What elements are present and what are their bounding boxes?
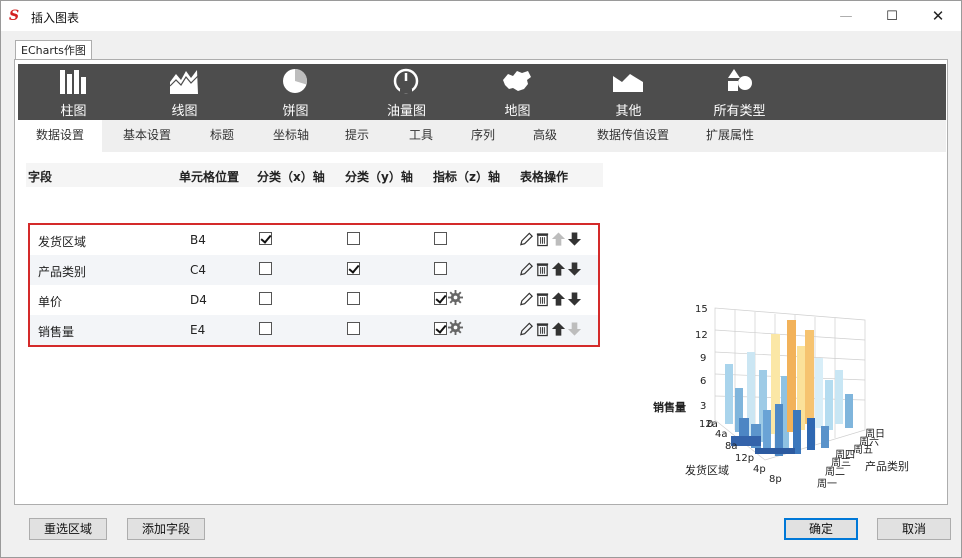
- title-bar: S 插入图表 — ☐ ✕: [1, 1, 961, 31]
- line-chart-icon: [169, 70, 199, 94]
- header-field: 字段: [28, 170, 53, 184]
- x-tick: 4p: [753, 464, 766, 475]
- other-chart-icon: [613, 74, 643, 92]
- gauge-icon: [393, 68, 419, 94]
- chart-type-bar-button[interactable]: 柱图: [18, 64, 129, 120]
- pie-chart-icon: [283, 68, 308, 93]
- tab-title[interactable]: 标题: [194, 120, 250, 152]
- chart-type-label: 油量图: [386, 104, 426, 119]
- add-field-button[interactable]: 添加字段: [127, 518, 205, 540]
- tab-tooltip[interactable]: 提示: [332, 120, 382, 152]
- tab-axis[interactable]: 坐标轴: [258, 120, 324, 152]
- settings-tabs: 数据设置 基本设置 标题 坐标轴 提示 工具 序列 高级 数据传值设置 扩展属性: [18, 120, 946, 152]
- z-tick: 3: [700, 401, 706, 412]
- z-axis-label: 销售量: [653, 400, 686, 414]
- tab-extended-props[interactable]: 扩展属性: [694, 120, 766, 152]
- tab-tools[interactable]: 工具: [396, 120, 446, 152]
- header-x-axis: 分类（x）轴: [257, 170, 325, 184]
- y-axis-label: 产品类别: [865, 459, 909, 473]
- z-tick: 9: [700, 353, 706, 364]
- z-tick: 6: [700, 376, 706, 387]
- chart-type-map-button[interactable]: 地图: [462, 64, 573, 120]
- y-tick: 周日: [865, 428, 885, 440]
- x-tick: 12p: [735, 453, 754, 464]
- chart-type-line-button[interactable]: 线图: [129, 64, 240, 120]
- chart-type-bar: 柱图 线图 饼图 油量图 地图 其他 所有类型: [18, 64, 946, 120]
- dialog-body: ECharts作图 柱图 线图 饼图 油量图 地图 其他 所有类型 数据设置 基…: [1, 31, 961, 557]
- ok-button[interactable]: 确定: [784, 518, 858, 540]
- chart-type-label: 饼图: [282, 104, 309, 119]
- x-tick: 8p: [769, 474, 782, 485]
- tab-echarts[interactable]: ECharts作图: [15, 40, 92, 60]
- chart-preview: 15 12 9 6 3 0 销售量 12a 4a 8a 12p 4p 8p 发货…: [653, 304, 909, 490]
- reselect-range-button[interactable]: 重选区域: [29, 518, 107, 540]
- shapes-icon: [728, 69, 752, 91]
- z-tick: 15: [695, 304, 708, 315]
- chart-type-label: 线图: [171, 104, 198, 119]
- tab-series[interactable]: 序列: [458, 120, 508, 152]
- tab-data-passing[interactable]: 数据传值设置: [588, 120, 678, 152]
- header-z-axis: 指标（z）轴: [433, 170, 500, 184]
- minimize-button[interactable]: —: [823, 1, 869, 31]
- map-icon: [503, 71, 531, 91]
- header-table-ops: 表格操作: [520, 170, 569, 184]
- chart-type-label: 柱图: [60, 104, 87, 119]
- chart-type-gauge-button[interactable]: 油量图: [351, 64, 462, 120]
- chart-type-other-button[interactable]: 其他: [573, 64, 684, 120]
- tab-basic-settings[interactable]: 基本设置: [112, 120, 182, 152]
- close-button[interactable]: ✕: [915, 1, 961, 31]
- chart-type-pie-button[interactable]: 饼图: [240, 64, 351, 120]
- x-tick: 8a: [725, 441, 738, 452]
- chart-type-label: 地图: [504, 104, 531, 119]
- y-tick: 周一: [817, 478, 837, 490]
- x-axis-label: 发货区域: [685, 463, 729, 477]
- tab-data-settings[interactable]: 数据设置: [18, 120, 102, 152]
- window-title: 插入图表: [31, 11, 80, 25]
- app-logo-icon: S: [9, 8, 20, 24]
- header-cell-position: 单元格位置: [179, 170, 240, 184]
- maximize-button[interactable]: ☐: [869, 1, 915, 31]
- x-tick: 4a: [715, 429, 728, 440]
- z-tick: 12: [695, 330, 708, 341]
- bar-chart-icon: [60, 70, 86, 94]
- cancel-button[interactable]: 取消: [877, 518, 951, 540]
- y-tick: 周四: [835, 449, 855, 461]
- preview-bars: [725, 320, 853, 456]
- insert-chart-dialog: S 插入图表 — ☐ ✕ ECharts作图 柱图 线图 饼图 油量图 地图 其…: [0, 0, 962, 558]
- selected-fields-highlight: [28, 223, 600, 347]
- header-y-axis: 分类（y）轴: [345, 170, 413, 184]
- chart-type-all-button[interactable]: 所有类型: [684, 64, 795, 120]
- chart-type-label: 其他: [615, 104, 642, 119]
- chart-type-label: 所有类型: [713, 104, 766, 119]
- echarts-panel: 柱图 线图 饼图 油量图 地图 其他 所有类型 数据设置 基本设置 标题 坐标轴…: [14, 59, 948, 505]
- tab-advanced[interactable]: 高级: [520, 120, 570, 152]
